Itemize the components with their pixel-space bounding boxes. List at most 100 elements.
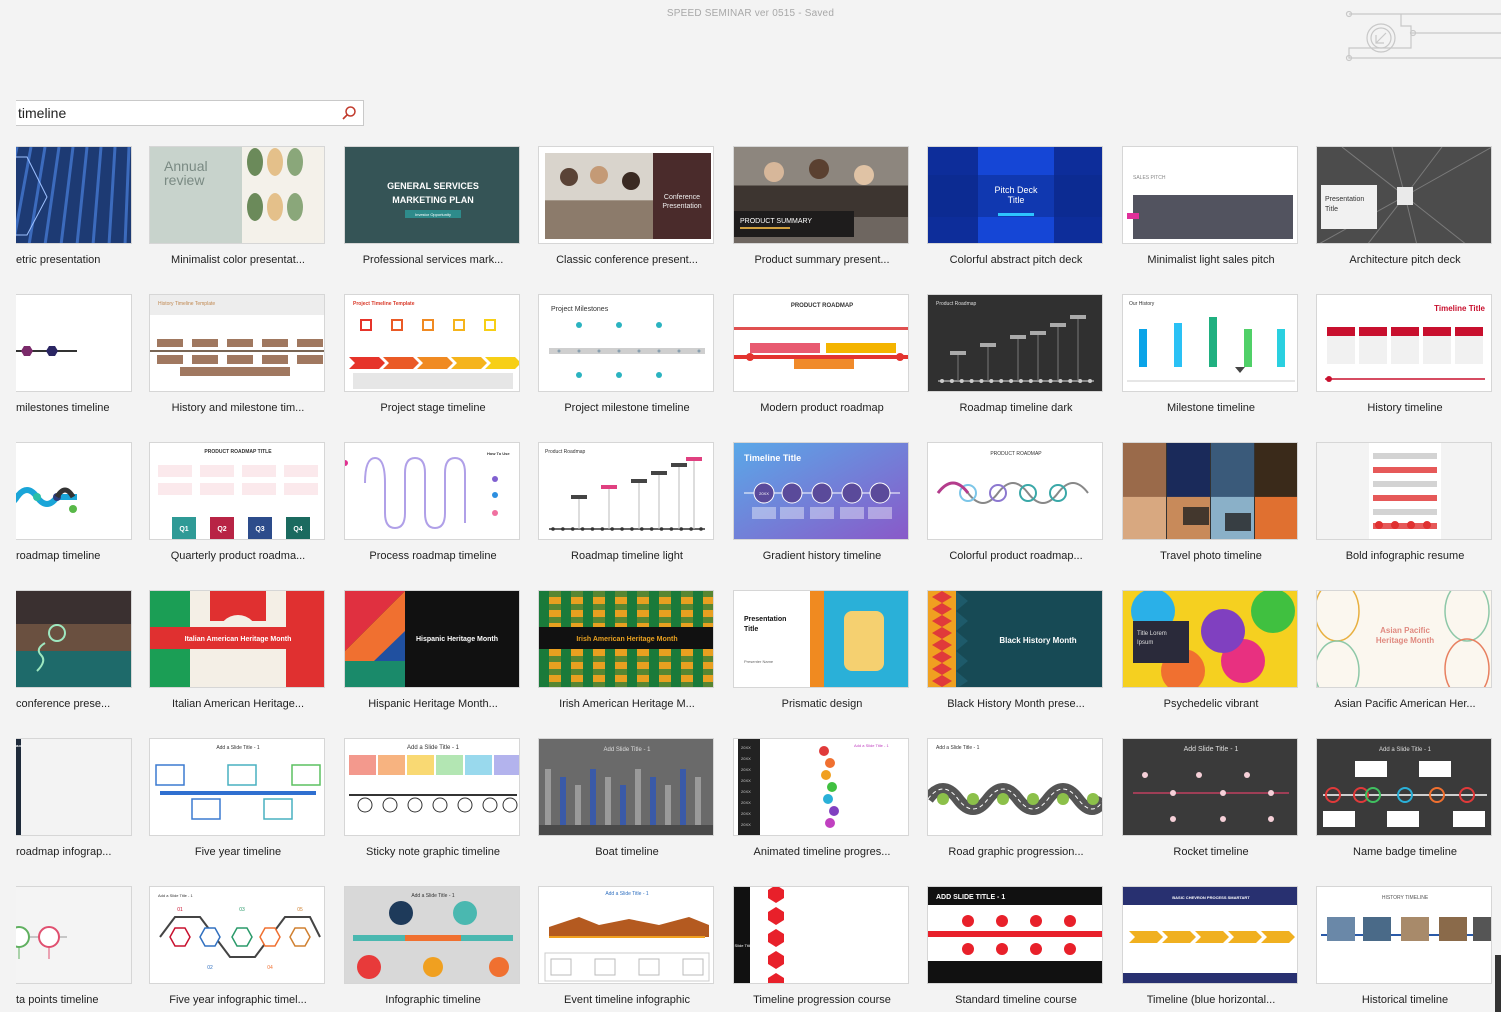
scrollbar-thumb[interactable] <box>1495 955 1501 1012</box>
template-thumbnail[interactable]: HISTORY TIMELINE <box>1316 886 1492 984</box>
template-card[interactable]: Pitch Deck Title Colorful abstract pitch d… <box>927 146 1105 266</box>
template-thumbnail[interactable]: BASIC CHEVRON PROCESS SMARTART <box>1122 886 1298 984</box>
template-card[interactable]: BASIC CHEVRON PROCESS SMARTART Timeline (… <box>1122 886 1300 1006</box>
template-card[interactable]: GENERAL SERVICES MARKETING PLAN Investor O… <box>344 146 522 266</box>
template-thumbnail[interactable]: Add a Slide Title - 1 <box>1316 738 1492 836</box>
template-thumbnail[interactable]: GENERAL SERVICES MARKETING PLAN Investor O… <box>344 146 520 244</box>
template-card[interactable]: PROJECT ROADMAP roadmap infograp... <box>16 738 134 858</box>
template-thumbnail[interactable]: Hispanic Heritage Month <box>344 590 520 688</box>
template-thumbnail[interactable]: Add Slide Title - 1 <box>1122 738 1298 836</box>
template-thumbnail[interactable]: Add a Slide Title - 1 <box>344 886 520 984</box>
template-thumbnail[interactable]: ADD SLIDE TITLE - 1 <box>927 886 1103 984</box>
template-card[interactable]: PRODUCT ROADMAP Colorful product roadmap.… <box>927 442 1105 562</box>
template-card[interactable]: SALES PITCH Minimalist light sales pitch <box>1122 146 1300 266</box>
template-thumbnail[interactable]: Product Roadmap <box>927 294 1103 392</box>
template-card[interactable]: Add a Slide Title - 1 ta points timeline <box>16 886 134 1006</box>
template-card[interactable]: Presentation Title Presenter Name Prismatic… <box>733 590 911 710</box>
template-card[interactable]: Product Roadmap Roadmap timeline dark <box>927 294 1105 414</box>
template-thumbnail[interactable]: AnnualReview <box>16 146 132 244</box>
template-thumbnail[interactable]: Add a Slide Title - 1 01 02 03 04 05 <box>149 886 325 984</box>
template-card[interactable]: Add a Slide Title - 1 Name badge timeline <box>1316 738 1494 858</box>
template-thumbnail[interactable]: PROJECT ROADMAP <box>16 738 132 836</box>
template-card[interactable]: Timeline Title History timeline <box>1316 294 1494 414</box>
template-card[interactable]: How To Use Process roadmap timeline <box>344 442 522 562</box>
template-card[interactable]: Italian American Heritage Month Italian A… <box>149 590 327 710</box>
template-thumbnail[interactable]: Add a Slide Title - 1 <box>344 738 520 836</box>
template-thumbnail[interactable]: Timeline Title <box>1316 294 1492 392</box>
template-thumbnail[interactable]: Add a Slide Title - 1 <box>16 886 132 984</box>
template-card[interactable]: History Timeline Template History and mil… <box>149 294 327 414</box>
template-thumbnail[interactable]: Presentation Title Presenter Name <box>733 590 909 688</box>
template-card[interactable]: 20XX 20XX 20XX 20XX 20XX 20XX 20XX 20XX Add a Sl… <box>733 738 911 858</box>
template-card[interactable]: tones milestones timeline <box>16 294 134 414</box>
template-thumbnail[interactable]: Title Lorem Ipsum <box>1122 590 1298 688</box>
template-card[interactable]: Add a Slide Title - 1 Road graphic progre… <box>927 738 1105 858</box>
template-thumbnail[interactable]: Add a Slide Title - 1 <box>927 738 1103 836</box>
template-card[interactable]: Project Milestones Project milestone time… <box>538 294 716 414</box>
template-thumbnail[interactable] <box>1122 442 1298 540</box>
template-card[interactable]: Asian Pacific Heritage Month Asian Pacific… <box>1316 590 1494 710</box>
template-gallery: AnnualReview etric presentation Annualrevi… <box>0 0 1501 1012</box>
template-thumbnail[interactable]: Product Roadmap <box>538 442 714 540</box>
template-thumbnail[interactable]: Project Timeline Template <box>344 294 520 392</box>
template-thumbnail[interactable]: Add Slide Title - 1 <box>733 886 909 984</box>
template-thumbnail[interactable]: Add a Slide Title - 1 <box>149 738 325 836</box>
template-card[interactable]: AnnualReview etric presentation <box>16 146 134 266</box>
template-thumbnail[interactable] <box>1316 442 1492 540</box>
template-thumbnail[interactable]: PRODUCT SUMMARY <box>733 146 909 244</box>
template-card[interactable]: PRODUCT SUMMARY Product summary present..… <box>733 146 911 266</box>
template-card[interactable]: Add a Slide Title - 1 Infographic timelin… <box>344 886 522 1006</box>
template-card[interactable]: Add a Slide Title - 1 01 02 03 04 05 Five year… <box>149 886 327 1006</box>
template-card[interactable]: Add Slide Title - 1 Timeline progression … <box>733 886 911 1006</box>
template-card[interactable]: Title Lorem Ipsum Psychedelic vibrant <box>1122 590 1300 710</box>
template-card[interactable]: Add Slide Title - 1 Boat timeline <box>538 738 716 858</box>
template-thumbnail[interactable]: Asian Pacific Heritage Month <box>1316 590 1492 688</box>
template-thumbnail[interactable]: PRODUCT ROADMAP TITLE Q1 Q2 Q3 Q4 <box>149 442 325 540</box>
template-thumbnail[interactable]: History Timeline Template <box>149 294 325 392</box>
template-thumbnail[interactable]: 20XX 20XX 20XX 20XX 20XX 20XX 20XX 20XX Add a Sl… <box>733 738 909 836</box>
template-thumbnail[interactable]: Conference Presentation <box>538 146 714 244</box>
template-card[interactable]: ADD SLIDE TITLE - 1 Standard timeline cou… <box>927 886 1105 1006</box>
template-thumbnail[interactable]: Our History <box>1122 294 1298 392</box>
template-card[interactable]: PRODUCT ROADMAP Modern product roadmap <box>733 294 911 414</box>
template-card[interactable]: Project Timeline Template Project stage t… <box>344 294 522 414</box>
template-thumbnail[interactable]: Project Milestones <box>538 294 714 392</box>
template-thumbnail[interactable]: ntation <box>16 590 132 688</box>
template-card[interactable]: Product Roadmap Roadmap timeline light <box>538 442 716 562</box>
template-card[interactable]: Bold infographic resume <box>1316 442 1494 562</box>
template-thumbnail[interactable]: Add a Slide Title - 1 <box>538 886 714 984</box>
template-thumbnail[interactable]: tones <box>16 294 132 392</box>
template-card[interactable]: Black History Month Black History Month p… <box>927 590 1105 710</box>
template-thumbnail[interactable]: SALES PITCH <box>1122 146 1298 244</box>
template-card[interactable]: roadmap timeline <box>16 442 134 562</box>
template-thumbnail[interactable]: Presentation Title <box>1316 146 1492 244</box>
template-label: History and milestone tim... <box>171 402 305 414</box>
template-card[interactable]: ntation conference prese... <box>16 590 134 710</box>
template-card[interactable]: Travel photo timeline <box>1122 442 1300 562</box>
template-card[interactable]: HISTORY TIMELINE Historical timeline <box>1316 886 1494 1006</box>
template-card[interactable]: Hispanic Heritage Month Hispanic Heritage… <box>344 590 522 710</box>
template-card[interactable]: Add a Slide Title - 1 Event timeline info… <box>538 886 716 1006</box>
template-card[interactable]: PRODUCT ROADMAP TITLE Q1 Q2 Q3 Q4 Quarterly p… <box>149 442 327 562</box>
template-card[interactable]: Our History Milestone timeline <box>1122 294 1300 414</box>
template-thumbnail[interactable]: How To Use <box>344 442 520 540</box>
template-thumbnail[interactable]: Irish American Heritage Month <box>538 590 714 688</box>
template-thumbnail[interactable]: PRODUCT ROADMAP <box>927 442 1103 540</box>
template-thumbnail[interactable]: Annual review <box>149 146 325 244</box>
template-card[interactable]: Irish American Heritage Month Irish Ameri… <box>538 590 716 710</box>
template-thumbnail[interactable]: Black History Month <box>927 590 1103 688</box>
template-card[interactable]: Conference Presentation Classic conference… <box>538 146 716 266</box>
template-card[interactable]: Add a Slide Title - 1 Five year timeline <box>149 738 327 858</box>
template-card[interactable]: Annual review Minimalist color presentat..… <box>149 146 327 266</box>
template-card[interactable]: Add Slide Title - 1 Rocket timeline <box>1122 738 1300 858</box>
template-card[interactable]: Timeline Title 20XX Gradient history timel… <box>733 442 911 562</box>
template-thumbnail[interactable]: Add Slide Title - 1 <box>538 738 714 836</box>
template-thumbnail[interactable]: PRODUCT ROADMAP <box>733 294 909 392</box>
template-thumbnail[interactable]: Pitch Deck Title <box>927 146 1103 244</box>
template-card[interactable]: Presentation Title Architecture pitch deck <box>1316 146 1494 266</box>
template-thumbnail[interactable]: Timeline Title 20XX <box>733 442 909 540</box>
thumbnail-graphic: Add a Slide Title - 1 <box>16 887 131 983</box>
template-card[interactable]: Add a Slide Title - 1 Sticky note graphic… <box>344 738 522 858</box>
template-thumbnail[interactable]: Italian American Heritage Month <box>149 590 325 688</box>
template-thumbnail[interactable] <box>16 442 132 540</box>
